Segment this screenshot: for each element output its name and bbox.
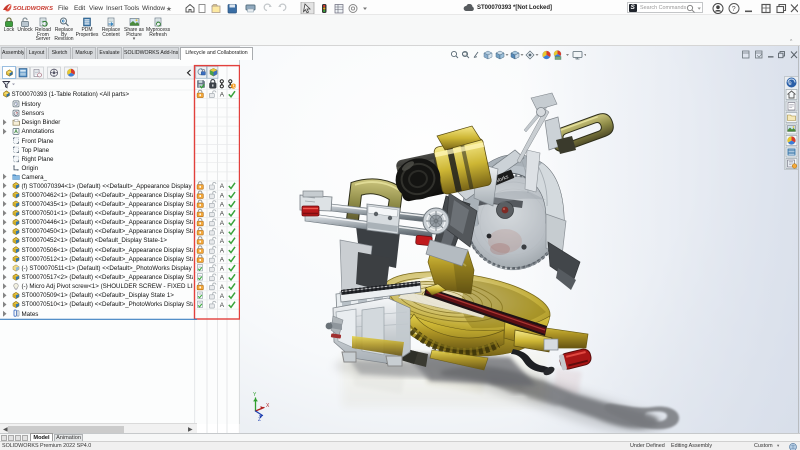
- svg-text:↻: ↻: [232, 84, 236, 90]
- svg-text:A: A: [220, 229, 225, 236]
- svg-text:A: A: [220, 238, 225, 245]
- svg-text:?: ?: [732, 6, 736, 13]
- svg-text:A: A: [220, 192, 225, 199]
- svg-text:A: A: [220, 202, 225, 209]
- svg-text:A: A: [220, 266, 225, 273]
- svg-text:A: A: [220, 256, 225, 263]
- svg-text:A: A: [220, 247, 225, 254]
- svg-text:Z: Z: [258, 417, 261, 423]
- svg-text:X: X: [266, 403, 270, 409]
- svg-text:A: A: [220, 284, 225, 291]
- svg-text:A: A: [220, 293, 225, 300]
- svg-text:Y: Y: [253, 392, 257, 398]
- svg-text:A: A: [220, 92, 225, 99]
- svg-text:A: A: [220, 211, 225, 218]
- svg-text:A: A: [220, 183, 225, 190]
- svg-text:A: A: [220, 275, 225, 282]
- svg-text:A: A: [220, 302, 225, 309]
- svg-text:A: A: [220, 220, 225, 227]
